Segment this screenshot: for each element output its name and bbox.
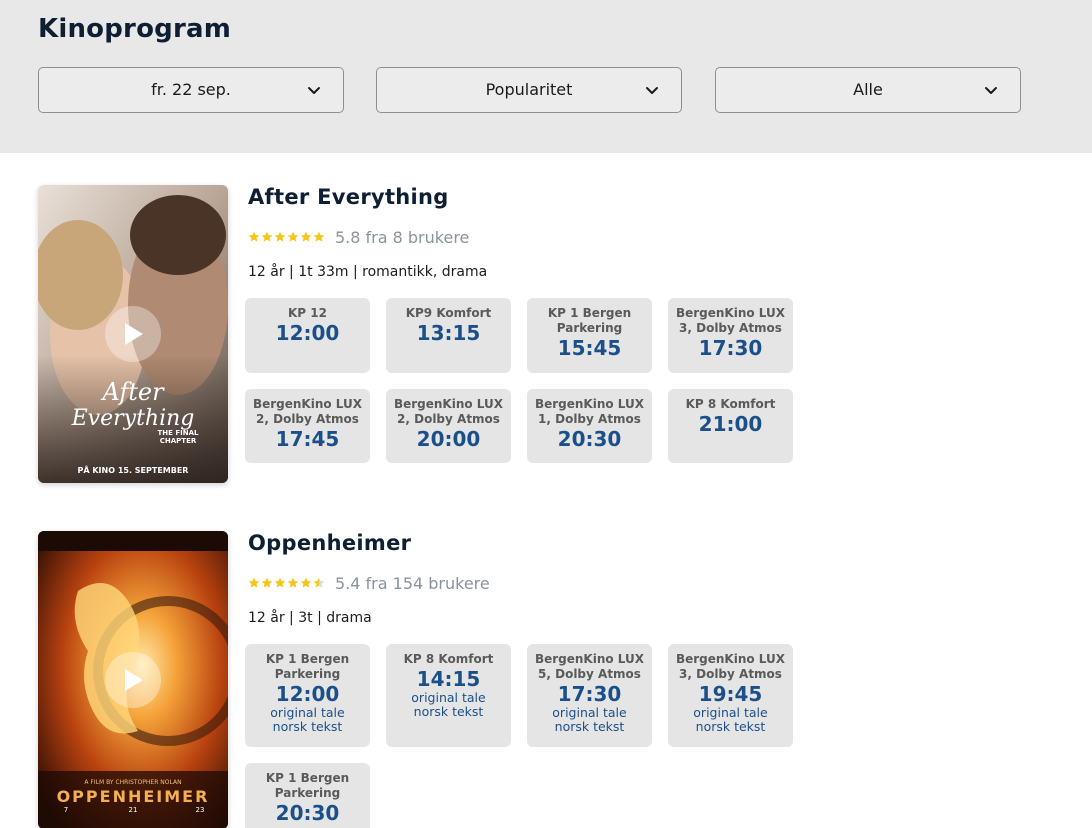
movie-poster[interactable]: A FILM BY CHRISTOPHER NOLAN OPPENHEIMER … — [38, 531, 228, 828]
date-filter-dropdown[interactable]: fr. 22 sep. — [38, 67, 344, 113]
showtime-button[interactable]: KP 1 Bergen Parkering 15:45 — [527, 298, 652, 373]
showtime-button[interactable]: KP 8 Komfort 21:00 — [668, 389, 793, 463]
showtime-button[interactable]: BergenKino LUX 3, Dolby Atmos 19:45 orig… — [668, 644, 793, 747]
poster-date-3: 23 — [196, 806, 205, 814]
showtime-button[interactable]: KP9 Komfort 13:15 — [386, 298, 511, 373]
rating-stars — [248, 231, 325, 243]
showtime-language: original tale — [270, 705, 345, 720]
poster-date-1: 7 — [64, 806, 68, 814]
poster-title: OPPENHEIMER — [57, 787, 210, 806]
showtime-language: original tale — [693, 705, 768, 720]
poster-title-line2: Everything — [71, 406, 195, 431]
showtime-language: original tale — [411, 690, 486, 705]
showtime-language: original tale — [552, 705, 627, 720]
showtime-button[interactable]: KP 12 12:00 — [245, 298, 370, 373]
showtime-time: 15:45 — [557, 336, 622, 360]
rating-text: 5.8 fra 8 brukere — [335, 227, 470, 247]
showtime-button[interactable]: BergenKino LUX 2, Dolby Atmos 20:00 — [386, 389, 511, 463]
star-icon — [248, 231, 260, 242]
star-icon — [313, 231, 325, 242]
showtime-venue: BergenKino LUX 3, Dolby Atmos — [675, 306, 786, 335]
rating-text: 5.4 fra 154 brukere — [335, 573, 490, 593]
star-icon — [287, 231, 299, 242]
star-icon — [261, 231, 273, 242]
showtime-subtitles: norsk tekst — [554, 719, 625, 734]
showtime-venue: BergenKino LUX 2, Dolby Atmos — [393, 397, 504, 426]
showtime-button[interactable]: KP 1 Bergen Parkering 20:30 — [245, 763, 370, 828]
showtime-time: 20:00 — [416, 427, 481, 451]
poster-release-text: PÅ KINO 15. SEPTEMBER — [78, 465, 189, 475]
showtime-venue: KP 1 Bergen Parkering — [265, 652, 350, 681]
star-icon — [274, 231, 286, 242]
showtime-time: 21:00 — [698, 412, 763, 436]
showtime-venue: KP 8 Komfort — [403, 652, 494, 666]
showtime-time: 12:00 — [275, 321, 340, 345]
star-icon — [287, 577, 299, 588]
star-icon — [313, 577, 325, 588]
sort-filter-label: Popularitet — [485, 80, 573, 99]
showtime-time: 19:45 — [698, 682, 763, 706]
showtime-time: 13:15 — [416, 321, 481, 345]
showtime-subtitles: norsk tekst — [413, 704, 484, 719]
showtime-venue: BergenKino LUX 1, Dolby Atmos — [534, 397, 645, 426]
showtime-button[interactable]: BergenKino LUX 1, Dolby Atmos 20:30 — [527, 389, 652, 463]
movie-poster[interactable]: After Everything THE FINAL CHAPTER PÅ KI… — [38, 185, 228, 483]
play-icon — [125, 323, 143, 345]
chevron-down-icon — [308, 87, 320, 94]
poster-date-2: 21 — [129, 806, 138, 814]
poster-subtitle-2: CHAPTER — [160, 437, 197, 445]
star-icon — [261, 577, 273, 588]
showtime-time: 20:30 — [275, 801, 340, 825]
movie-meta: 12 år | 3t | drama — [248, 610, 372, 626]
chevron-down-icon — [646, 87, 658, 94]
showtime-subtitles: norsk tekst — [272, 719, 343, 734]
showtime-button[interactable]: KP 8 Komfort 14:15 original tale norsk t… — [386, 644, 511, 747]
showtime-time: 17:45 — [275, 427, 340, 451]
showtime-venue: KP9 Komfort — [405, 306, 492, 320]
rating-stars — [248, 577, 325, 589]
showtime-venue: KP 8 Komfort — [685, 397, 776, 411]
star-icon — [274, 577, 286, 588]
showtime-time: 17:30 — [698, 336, 763, 360]
poster-title-line1: After — [100, 378, 165, 406]
movie-title[interactable]: After Everything — [248, 185, 449, 209]
poster-credit: A FILM BY CHRISTOPHER NOLAN — [84, 779, 181, 786]
date-filter-label: fr. 22 sep. — [151, 80, 231, 99]
showtime-subtitles: norsk tekst — [695, 719, 766, 734]
star-icon — [300, 577, 312, 588]
page-header: Kinoprogram fr. 22 sep. Popularitet Alle — [0, 0, 1092, 153]
play-trailer-button[interactable] — [105, 652, 161, 708]
showtime-time: 12:00 — [275, 682, 340, 706]
showtime-venue: KP 12 — [288, 306, 327, 320]
movie-meta: 12 år | 1t 33m | romantikk, drama — [248, 264, 488, 280]
showtime-venue: KP 1 Bergen Parkering — [547, 306, 632, 335]
showtime-button[interactable]: KP 1 Bergen Parkering 12:00 original tal… — [245, 644, 370, 747]
showtime-button[interactable]: BergenKino LUX 5, Dolby Atmos 17:30 orig… — [527, 644, 652, 747]
showtime-time: 17:30 — [557, 682, 622, 706]
showtime-button[interactable]: BergenKino LUX 2, Dolby Atmos 17:45 — [245, 389, 370, 463]
star-icon — [300, 231, 312, 242]
movie-rating: 5.8 fra 8 brukere — [248, 227, 470, 247]
category-filter-dropdown[interactable]: Alle — [715, 67, 1021, 113]
play-icon — [125, 669, 143, 691]
movie-title[interactable]: Oppenheimer — [248, 531, 411, 555]
showtime-venue: BergenKino LUX 2, Dolby Atmos — [252, 397, 363, 426]
showtime-time: 20:30 — [557, 427, 622, 451]
chevron-down-icon — [985, 87, 997, 94]
star-icon — [248, 577, 260, 588]
sort-filter-dropdown[interactable]: Popularitet — [376, 67, 682, 113]
movie-rating: 5.4 fra 154 brukere — [248, 573, 490, 593]
showtime-venue: KP 1 Bergen Parkering — [265, 771, 350, 800]
category-filter-label: Alle — [853, 80, 883, 99]
showtime-time: 14:15 — [416, 667, 481, 691]
poster-subtitle-1: THE FINAL — [158, 429, 200, 437]
showtime-button[interactable]: BergenKino LUX 3, Dolby Atmos 17:30 — [668, 298, 793, 373]
page-title: Kinoprogram — [38, 14, 231, 44]
showtime-venue: BergenKino LUX 5, Dolby Atmos — [534, 652, 645, 681]
play-trailer-button[interactable] — [105, 306, 161, 362]
showtime-venue: BergenKino LUX 3, Dolby Atmos — [675, 652, 786, 681]
